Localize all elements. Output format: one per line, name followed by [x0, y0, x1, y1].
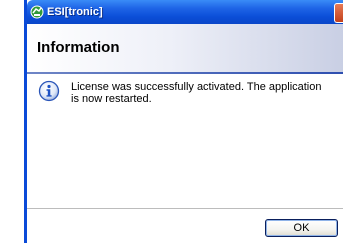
title-bar[interactable]: ESI[tronic] — [27, 0, 343, 24]
dialog-message: License was successfully activated. The … — [71, 81, 322, 105]
header-divider — [27, 72, 343, 74]
dialog-heading: Information — [37, 39, 120, 56]
close-icon[interactable] — [334, 3, 343, 23]
esitronic-app-icon — [30, 5, 44, 19]
ok-button-label: OK — [293, 221, 310, 234]
dialog-window: ESI[tronic] Information License was succ… — [24, 0, 343, 243]
info-icon — [38, 80, 60, 102]
window-title: ESI[tronic] — [47, 6, 103, 18]
dialog-header: Information — [27, 24, 343, 72]
ok-button[interactable]: OK — [265, 219, 338, 237]
footer-divider — [27, 208, 343, 210]
